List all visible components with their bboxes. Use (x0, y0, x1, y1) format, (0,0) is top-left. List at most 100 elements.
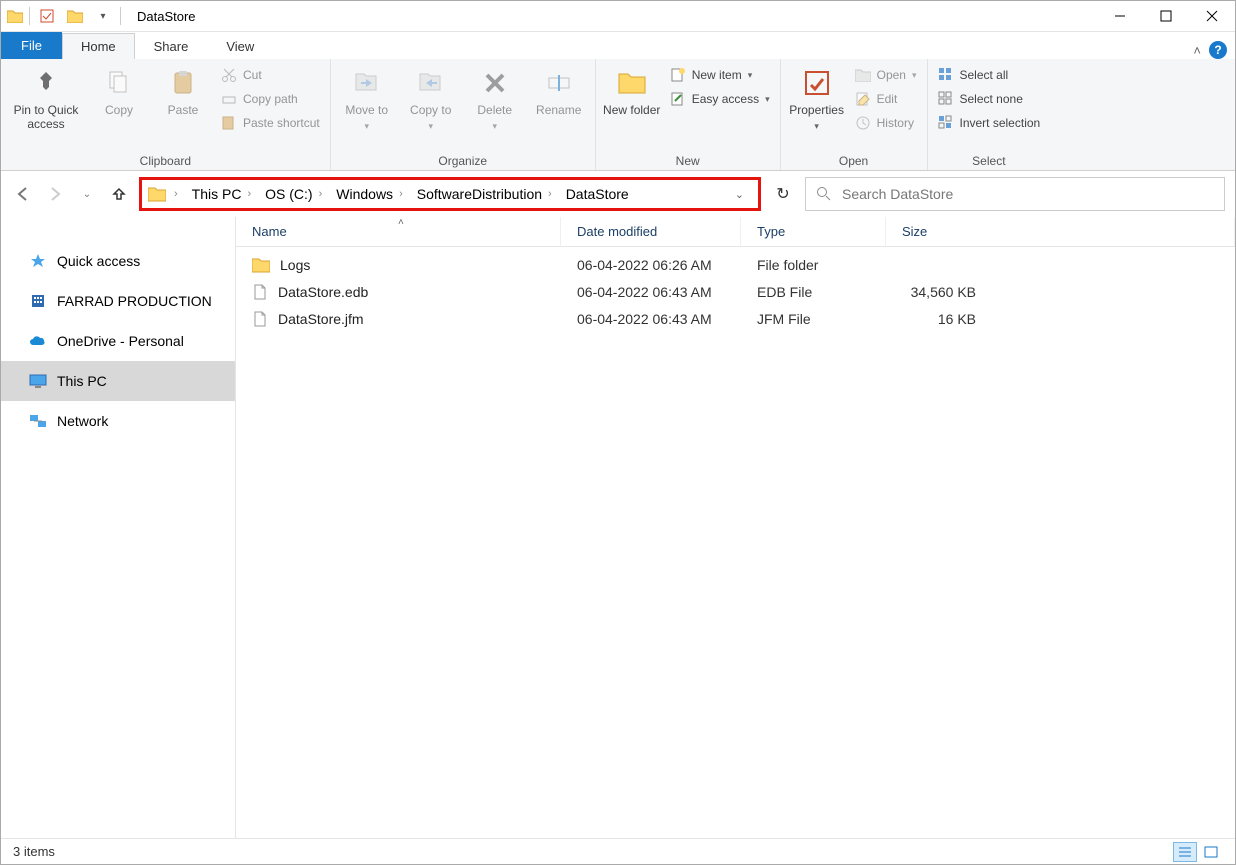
copy-path-label: Copy path (243, 92, 298, 106)
history-label: History (877, 116, 914, 130)
breadcrumb-item[interactable]: OS (C:)› (259, 180, 328, 208)
file-name: DataStore.edb (278, 284, 368, 300)
ribbon-group-new: New folder New item ▾ Easy access ▾ (596, 59, 781, 170)
tab-view[interactable]: View (207, 33, 273, 59)
delete-button[interactable]: Delete ▾ (463, 63, 527, 136)
nav-farrad-production[interactable]: FARRAD PRODUCTION (1, 281, 235, 321)
nav-back-button[interactable] (11, 182, 35, 206)
new-folder-button[interactable]: New folder (600, 63, 664, 121)
nav-forward-button[interactable] (43, 182, 67, 206)
folder-icon (252, 257, 270, 273)
select-group-label: Select (972, 151, 1005, 168)
cut-button[interactable]: Cut (215, 63, 326, 87)
new-item-icon (670, 67, 686, 83)
open-button[interactable]: Open ▾ (849, 63, 923, 87)
paste-shortcut-button[interactable]: Paste shortcut (215, 111, 326, 135)
cut-icon (221, 67, 237, 83)
ribbon-group-organize: Move to ▾ Copy to ▾ Delete ▾ (331, 59, 596, 170)
window-minimize-button[interactable] (1097, 1, 1143, 31)
breadcrumb-sep-root[interactable]: › (168, 180, 184, 208)
rename-button[interactable]: Rename (527, 63, 591, 121)
column-header-size[interactable]: Size (886, 217, 1235, 246)
pin-to-quick-access-button[interactable]: Pin to Quick access (5, 63, 87, 135)
select-none-label: Select none (960, 92, 1023, 106)
nav-onedrive[interactable]: OneDrive - Personal (1, 321, 235, 361)
copy-button[interactable]: Copy (87, 63, 151, 121)
view-large-icons-button[interactable] (1199, 842, 1223, 862)
delete-label: Delete (477, 103, 512, 117)
qat-new-folder-icon[interactable] (64, 5, 86, 27)
file-icon (252, 284, 268, 300)
properties-button[interactable]: Properties ▾ (785, 63, 849, 136)
breadcrumb-item[interactable]: Windows› (330, 180, 408, 208)
address-dropdown-icon[interactable]: ⌄ (727, 188, 752, 201)
address-bar[interactable]: › This PC› OS (C:)› Windows› SoftwareDis… (139, 177, 761, 211)
network-icon (29, 414, 47, 428)
easy-access-button[interactable]: Easy access ▾ (664, 87, 776, 111)
nav-this-pc[interactable]: This PC (1, 361, 235, 401)
paste-button[interactable]: Paste (151, 63, 215, 121)
column-header-type[interactable]: Type (741, 217, 886, 246)
window-maximize-button[interactable] (1143, 1, 1189, 31)
properties-icon (803, 67, 831, 99)
view-details-button[interactable] (1173, 842, 1197, 862)
app-folder-icon (7, 9, 23, 23)
chevron-down-icon: ▾ (492, 121, 497, 132)
qat-properties-icon[interactable] (36, 5, 58, 27)
help-icon[interactable]: ? (1209, 41, 1227, 59)
nav-recent-dropdown[interactable]: ⌄ (75, 182, 99, 206)
invert-selection-icon (938, 115, 954, 131)
invert-selection-label: Invert selection (960, 116, 1041, 130)
onedrive-icon (29, 335, 47, 347)
tab-home[interactable]: Home (62, 33, 135, 59)
ribbon-collapse-icon[interactable]: ˄ (1193, 43, 1201, 58)
search-box[interactable] (805, 177, 1225, 211)
nav-quick-access[interactable]: Quick access (1, 241, 235, 281)
search-input[interactable] (842, 186, 1214, 202)
open-icon (855, 68, 871, 82)
breadcrumb-item[interactable]: SoftwareDistribution› (411, 180, 558, 208)
building-icon (29, 293, 47, 309)
breadcrumb-item[interactable]: DataStore (560, 180, 635, 208)
qat-separator (29, 7, 30, 25)
nav-up-button[interactable] (107, 182, 131, 206)
edit-button[interactable]: Edit (849, 87, 923, 111)
select-none-button[interactable]: Select none (932, 87, 1047, 111)
open-label: Open (877, 68, 906, 82)
nav-label: Quick access (57, 253, 140, 269)
new-item-label: New item (692, 68, 742, 82)
tab-file[interactable]: File (1, 32, 62, 59)
new-folder-label: New folder (603, 103, 660, 117)
move-to-label: Move to (345, 103, 388, 117)
new-item-button[interactable]: New item ▾ (664, 63, 776, 87)
file-type: EDB File (741, 284, 886, 300)
breadcrumb-item[interactable]: This PC› (186, 180, 257, 208)
qat-customize-icon[interactable]: ▾ (92, 5, 114, 27)
chevron-down-icon: ▾ (912, 70, 917, 81)
nav-network[interactable]: Network (1, 401, 235, 441)
nav-label: OneDrive - Personal (57, 333, 184, 349)
file-row[interactable]: DataStore.jfm06-04-2022 06:43 AMJFM File… (236, 305, 1235, 332)
refresh-button[interactable]: ↻ (769, 180, 797, 208)
select-all-button[interactable]: Select all (932, 63, 1047, 87)
history-button[interactable]: History (849, 111, 923, 135)
chevron-down-icon: ▾ (814, 121, 819, 132)
copy-to-button[interactable]: Copy to ▾ (399, 63, 463, 136)
ribbon: Pin to Quick access Copy Paste (1, 59, 1235, 171)
copy-to-icon (418, 67, 444, 99)
column-header-date[interactable]: Date modified (561, 217, 741, 246)
file-type: JFM File (741, 311, 886, 327)
tab-share[interactable]: Share (135, 33, 208, 59)
body-area: Quick access FARRAD PRODUCTION OneDrive … (1, 217, 1235, 838)
file-date: 06-04-2022 06:43 AM (561, 284, 741, 300)
file-row[interactable]: Logs06-04-2022 06:26 AMFile folder (236, 251, 1235, 278)
delete-icon (482, 67, 508, 99)
file-size: 16 KB (886, 311, 986, 327)
file-row[interactable]: DataStore.edb 06-04-2022 06:43 AMEDB File… (236, 278, 1235, 305)
copy-path-button[interactable]: Copy path (215, 87, 326, 111)
column-header-name[interactable]: Name ˄ (236, 217, 561, 246)
open-group-label: Open (839, 151, 868, 168)
invert-selection-button[interactable]: Invert selection (932, 111, 1047, 135)
window-close-button[interactable] (1189, 1, 1235, 31)
move-to-button[interactable]: Move to ▾ (335, 63, 399, 136)
